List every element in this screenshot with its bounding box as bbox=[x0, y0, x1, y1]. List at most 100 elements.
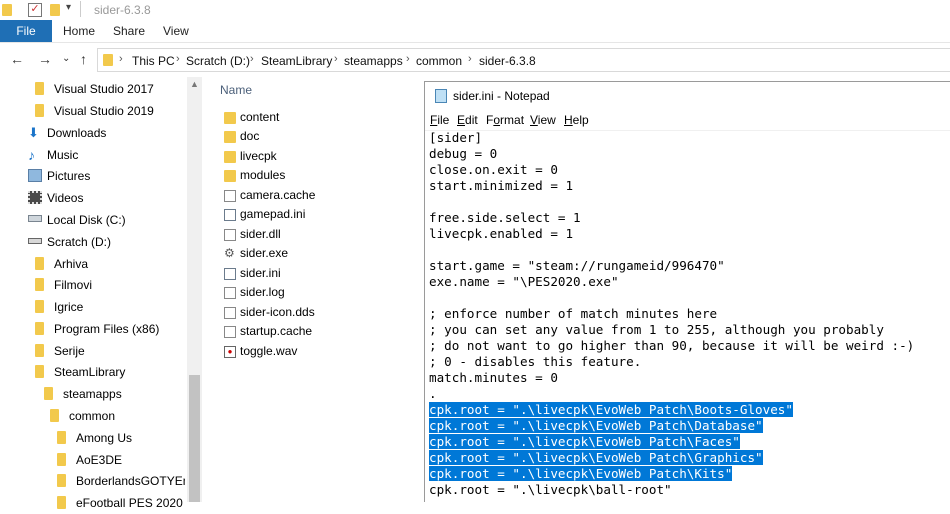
videos-icon bbox=[28, 191, 42, 204]
folder-icon bbox=[35, 104, 44, 117]
tab-file[interactable]: File bbox=[0, 20, 52, 42]
folder-icon bbox=[57, 453, 66, 466]
sidebar-item-efootball-pes-2020[interactable]: eFootball PES 2020 bbox=[57, 492, 185, 514]
text-line bbox=[429, 290, 949, 306]
exe-file-icon: ⚙ bbox=[224, 246, 235, 260]
text-line-selected: cpk.root = ".\livecpk\EvoWeb Patch\Datab… bbox=[429, 418, 763, 433]
properties-checkmark-icon[interactable]: ✓ bbox=[28, 3, 42, 17]
folder-icon bbox=[2, 4, 12, 16]
notepad-window: sider.ini - Notepad File Edit Format Vie… bbox=[424, 81, 950, 502]
file-icon bbox=[224, 307, 236, 319]
breadcrumb-separator-icon[interactable]: › bbox=[176, 53, 180, 65]
navigation-pane-scrollbar[interactable]: ▲ bbox=[187, 77, 202, 502]
folder-icon bbox=[103, 54, 113, 66]
navigation-pane: Visual Studio 2017 Visual Studio 2019 ⬇ … bbox=[0, 77, 200, 510]
folder-icon bbox=[35, 322, 44, 335]
notepad-title: sider.ini - Notepad bbox=[453, 89, 550, 103]
tab-share[interactable]: Share bbox=[113, 20, 145, 42]
breadcrumb-separator-icon[interactable]: › bbox=[468, 53, 472, 65]
menu-view-rest: iew bbox=[537, 113, 556, 127]
breadcrumb-common[interactable]: common bbox=[416, 54, 462, 68]
text-line bbox=[429, 194, 949, 210]
breadcrumb-sider[interactable]: sider-6.3.8 bbox=[479, 54, 536, 68]
folder-icon bbox=[57, 431, 66, 444]
sidebar-item-borderlands[interactable]: BorderlandsGOTYEnhar bbox=[57, 470, 185, 492]
breadcrumb-steamapps[interactable]: steamapps bbox=[344, 54, 403, 68]
file-icon bbox=[224, 326, 236, 338]
text-line: start.game = "steam://rungameid/996470" bbox=[429, 258, 725, 273]
breadcrumb-separator-icon[interactable]: › bbox=[334, 53, 338, 65]
folder-icon bbox=[44, 387, 53, 400]
text-line: exe.name = "\PES2020.exe" bbox=[429, 274, 619, 289]
window-title: sider-6.3.8 bbox=[94, 3, 151, 17]
text-line: match.minutes = 0 bbox=[429, 370, 558, 385]
quick-access-dropdown-icon[interactable]: ▾ bbox=[66, 2, 80, 16]
menu-help-accel: H bbox=[564, 113, 573, 127]
menu-view[interactable]: View bbox=[530, 113, 556, 127]
text-line-selected: cpk.root = ".\livecpk\EvoWeb Patch\Kits" bbox=[429, 466, 733, 481]
audio-file-icon: ● bbox=[224, 346, 236, 358]
breadcrumb-scratch[interactable]: Scratch (D:) bbox=[186, 54, 250, 68]
breadcrumb-this-pc[interactable]: This PC bbox=[132, 54, 175, 68]
text-line: ; 0 - disables this feature. bbox=[429, 354, 642, 369]
settings-file-icon bbox=[224, 209, 236, 221]
folder-icon bbox=[35, 365, 44, 378]
text-line: [sider] bbox=[429, 130, 483, 145]
folder-icon bbox=[224, 131, 236, 143]
file-icon bbox=[224, 287, 236, 299]
forward-arrow-icon[interactable]: → bbox=[38, 51, 52, 67]
breadcrumb-separator-icon[interactable]: › bbox=[250, 53, 254, 65]
tab-view[interactable]: View bbox=[163, 20, 189, 42]
folder-icon bbox=[57, 474, 66, 487]
menu-help-rest: elp bbox=[572, 113, 589, 127]
text-line-selected: cpk.root = ".\livecpk\EvoWeb Patch\Graph… bbox=[429, 450, 763, 465]
menu-format-rest: rmat bbox=[500, 113, 525, 127]
text-line: ; enforce number of match minutes here bbox=[429, 306, 718, 321]
text-line: ; do not want to go higher than 90, beca… bbox=[429, 338, 915, 353]
text-line: cpk.root = ".\livecpk\ball-root" bbox=[429, 482, 672, 497]
text-line: start.minimized = 1 bbox=[429, 178, 574, 193]
up-arrow-icon[interactable]: ↑ bbox=[80, 51, 87, 67]
breadcrumb-separator-icon[interactable]: › bbox=[119, 53, 123, 65]
menu-edit-rest: dit bbox=[465, 113, 478, 127]
title-divider bbox=[80, 1, 81, 17]
folder-icon bbox=[35, 300, 44, 313]
back-arrow-icon[interactable]: ← bbox=[10, 51, 24, 67]
column-header-name[interactable]: Name bbox=[220, 83, 252, 97]
text-line: livecpk.enabled = 1 bbox=[429, 226, 574, 241]
text-line: debug = 0 bbox=[429, 146, 498, 161]
text-line bbox=[429, 242, 949, 258]
folder-icon bbox=[224, 151, 236, 163]
folder-icon bbox=[50, 409, 59, 422]
folder-icon bbox=[35, 278, 44, 291]
notepad-text-area[interactable]: [sider] debug = 0 close.on.exit = 0 star… bbox=[429, 130, 949, 498]
menu-view-accel: V bbox=[530, 113, 538, 127]
settings-file-icon bbox=[224, 268, 236, 280]
ribbon-tabs: File Home Share View bbox=[0, 20, 950, 43]
folder-icon bbox=[224, 112, 236, 124]
menu-edit[interactable]: Edit bbox=[457, 113, 478, 127]
menu-help[interactable]: Help bbox=[564, 113, 589, 127]
notepad-title-bar[interactable]: sider.ini - Notepad bbox=[425, 82, 950, 110]
recent-locations-chevron-icon[interactable]: ⌄ bbox=[62, 53, 70, 64]
text-line-selected: cpk.root = ".\livecpk\EvoWeb Patch\Boots… bbox=[429, 402, 793, 417]
scrollbar-thumb[interactable] bbox=[189, 375, 200, 502]
scroll-up-icon[interactable]: ▲ bbox=[190, 79, 199, 89]
downloads-icon: ⬇ bbox=[28, 125, 39, 140]
folder-icon bbox=[35, 257, 44, 270]
text-line: close.on.exit = 0 bbox=[429, 162, 558, 177]
folder-icon bbox=[35, 82, 44, 95]
breadcrumb-separator-icon[interactable]: › bbox=[406, 53, 410, 65]
menu-format[interactable]: Format bbox=[486, 113, 524, 127]
menu-file[interactable]: File bbox=[430, 113, 449, 127]
tab-home[interactable]: Home bbox=[63, 20, 95, 42]
menu-file-rest: ile bbox=[437, 113, 450, 127]
breadcrumb-steamlibrary[interactable]: SteamLibrary bbox=[261, 54, 332, 68]
folder-icon bbox=[224, 170, 236, 182]
file-list: Name content doc livecpk modules camera.… bbox=[220, 83, 316, 358]
text-line: ; you can set any value from 1 to 255, a… bbox=[429, 322, 884, 337]
pictures-icon bbox=[28, 169, 42, 182]
address-bar[interactable]: › This PC › Scratch (D:) › SteamLibrary … bbox=[97, 48, 950, 72]
new-folder-icon[interactable] bbox=[50, 4, 60, 16]
folder-icon bbox=[57, 496, 66, 509]
